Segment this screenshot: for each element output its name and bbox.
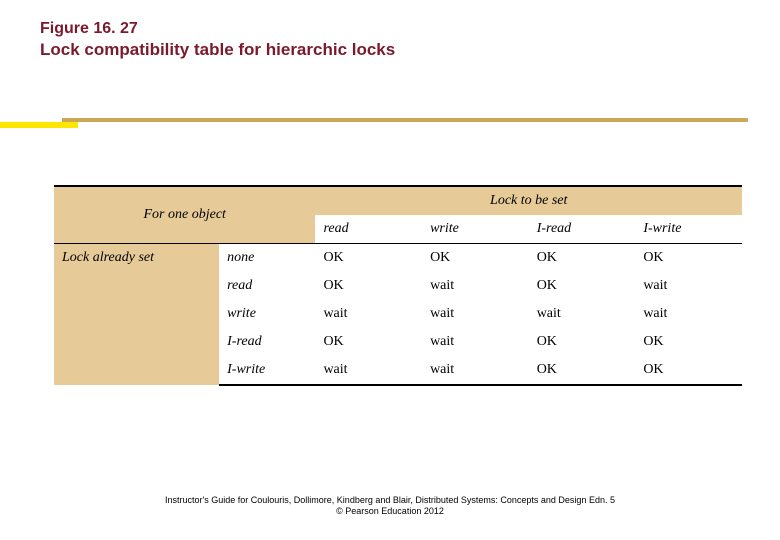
col-header-write: write: [422, 215, 529, 244]
cell: OK: [315, 328, 422, 356]
cell: OK: [635, 328, 742, 356]
cell: wait: [422, 272, 529, 300]
cell: wait: [315, 356, 422, 385]
row-type: write: [219, 300, 315, 328]
cell: wait: [315, 300, 422, 328]
caption-for-one-object: For one object: [54, 186, 315, 244]
cell: wait: [635, 300, 742, 328]
cell: wait: [422, 300, 529, 328]
cell: OK: [315, 272, 422, 300]
cell: wait: [635, 272, 742, 300]
divider-yellow: [0, 122, 78, 128]
col-header-iread: I-read: [529, 215, 636, 244]
cell: OK: [529, 328, 636, 356]
lock-compatibility-table: For one object Lock to be set read write…: [54, 185, 742, 386]
cell: OK: [315, 244, 422, 273]
footer-line-2: © Pearson Education 2012: [0, 506, 780, 518]
cell: OK: [529, 356, 636, 385]
col-header-read: read: [315, 215, 422, 244]
col-header-iwrite: I-write: [635, 215, 742, 244]
figure-title: Lock compatibility table for hierarchic …: [40, 40, 740, 60]
cell: wait: [422, 356, 529, 385]
row-type: none: [219, 244, 315, 273]
cell: wait: [422, 328, 529, 356]
row-type: read: [219, 272, 315, 300]
row-type: I-write: [219, 356, 315, 385]
cell: OK: [529, 244, 636, 273]
caption-lock-to-be-set: Lock to be set: [315, 186, 742, 215]
cell: OK: [635, 244, 742, 273]
row-type: I-read: [219, 328, 315, 356]
footer-line-1: Instructor's Guide for Coulouris, Dollim…: [0, 495, 780, 507]
figure-number: Figure 16. 27: [40, 20, 740, 38]
cell: OK: [635, 356, 742, 385]
divider-brown: [62, 118, 748, 122]
cell: OK: [422, 244, 529, 273]
cell: wait: [529, 300, 636, 328]
row-label-lock-already-set: Lock already set: [54, 244, 219, 386]
cell: OK: [529, 272, 636, 300]
footer: Instructor's Guide for Coulouris, Dollim…: [0, 495, 780, 518]
